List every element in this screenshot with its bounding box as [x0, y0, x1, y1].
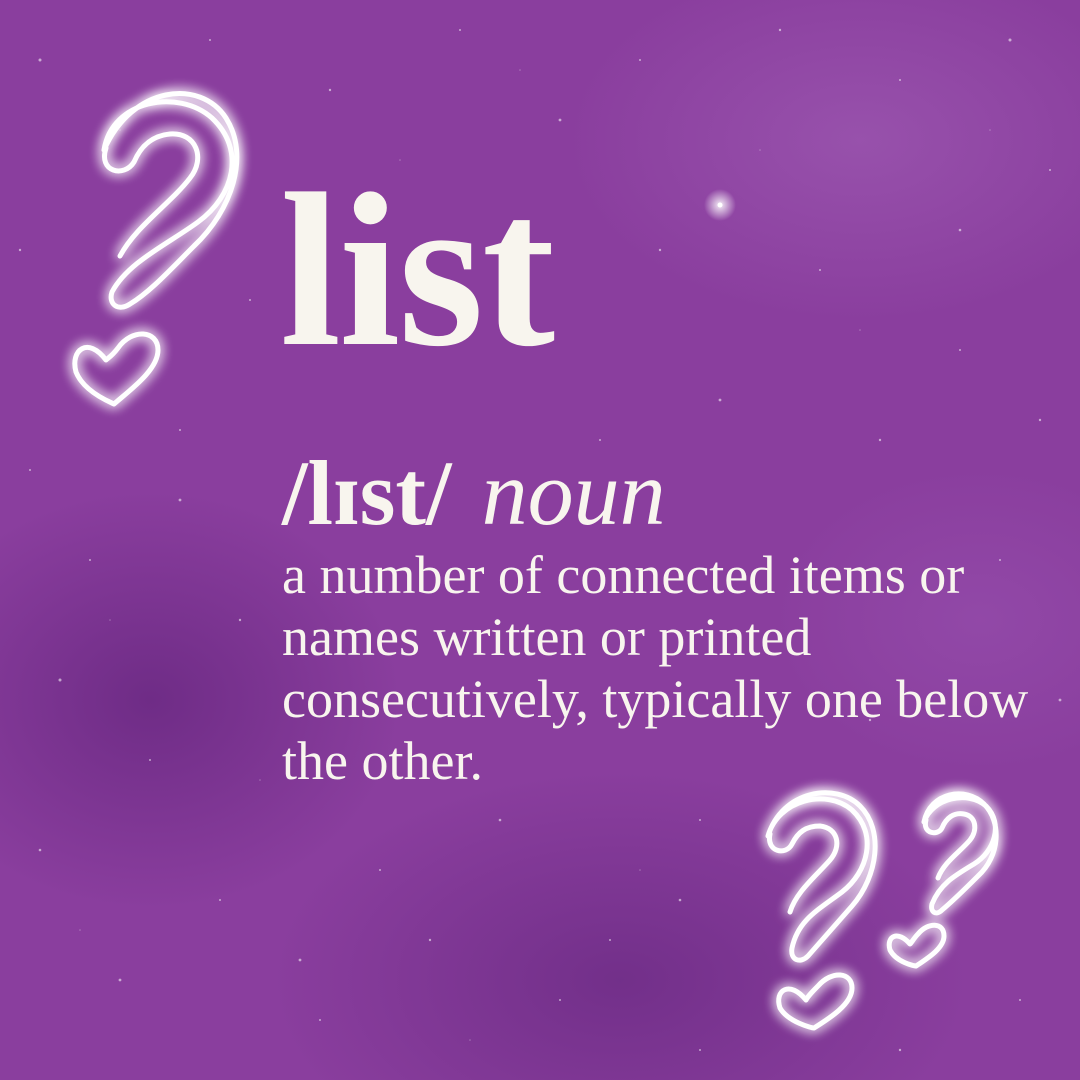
part-of-speech: noun — [481, 442, 666, 544]
question-heart-icon — [72, 91, 240, 407]
pronunciation: /lɪst/ — [282, 442, 452, 544]
definition-text: a number of connected items or names wri… — [282, 545, 1029, 791]
question-heart-icon — [886, 791, 999, 969]
question-heart-icon — [765, 790, 878, 1031]
headword: list — [280, 148, 555, 392]
pronunciation-line: /lɪst/noun — [282, 438, 666, 548]
